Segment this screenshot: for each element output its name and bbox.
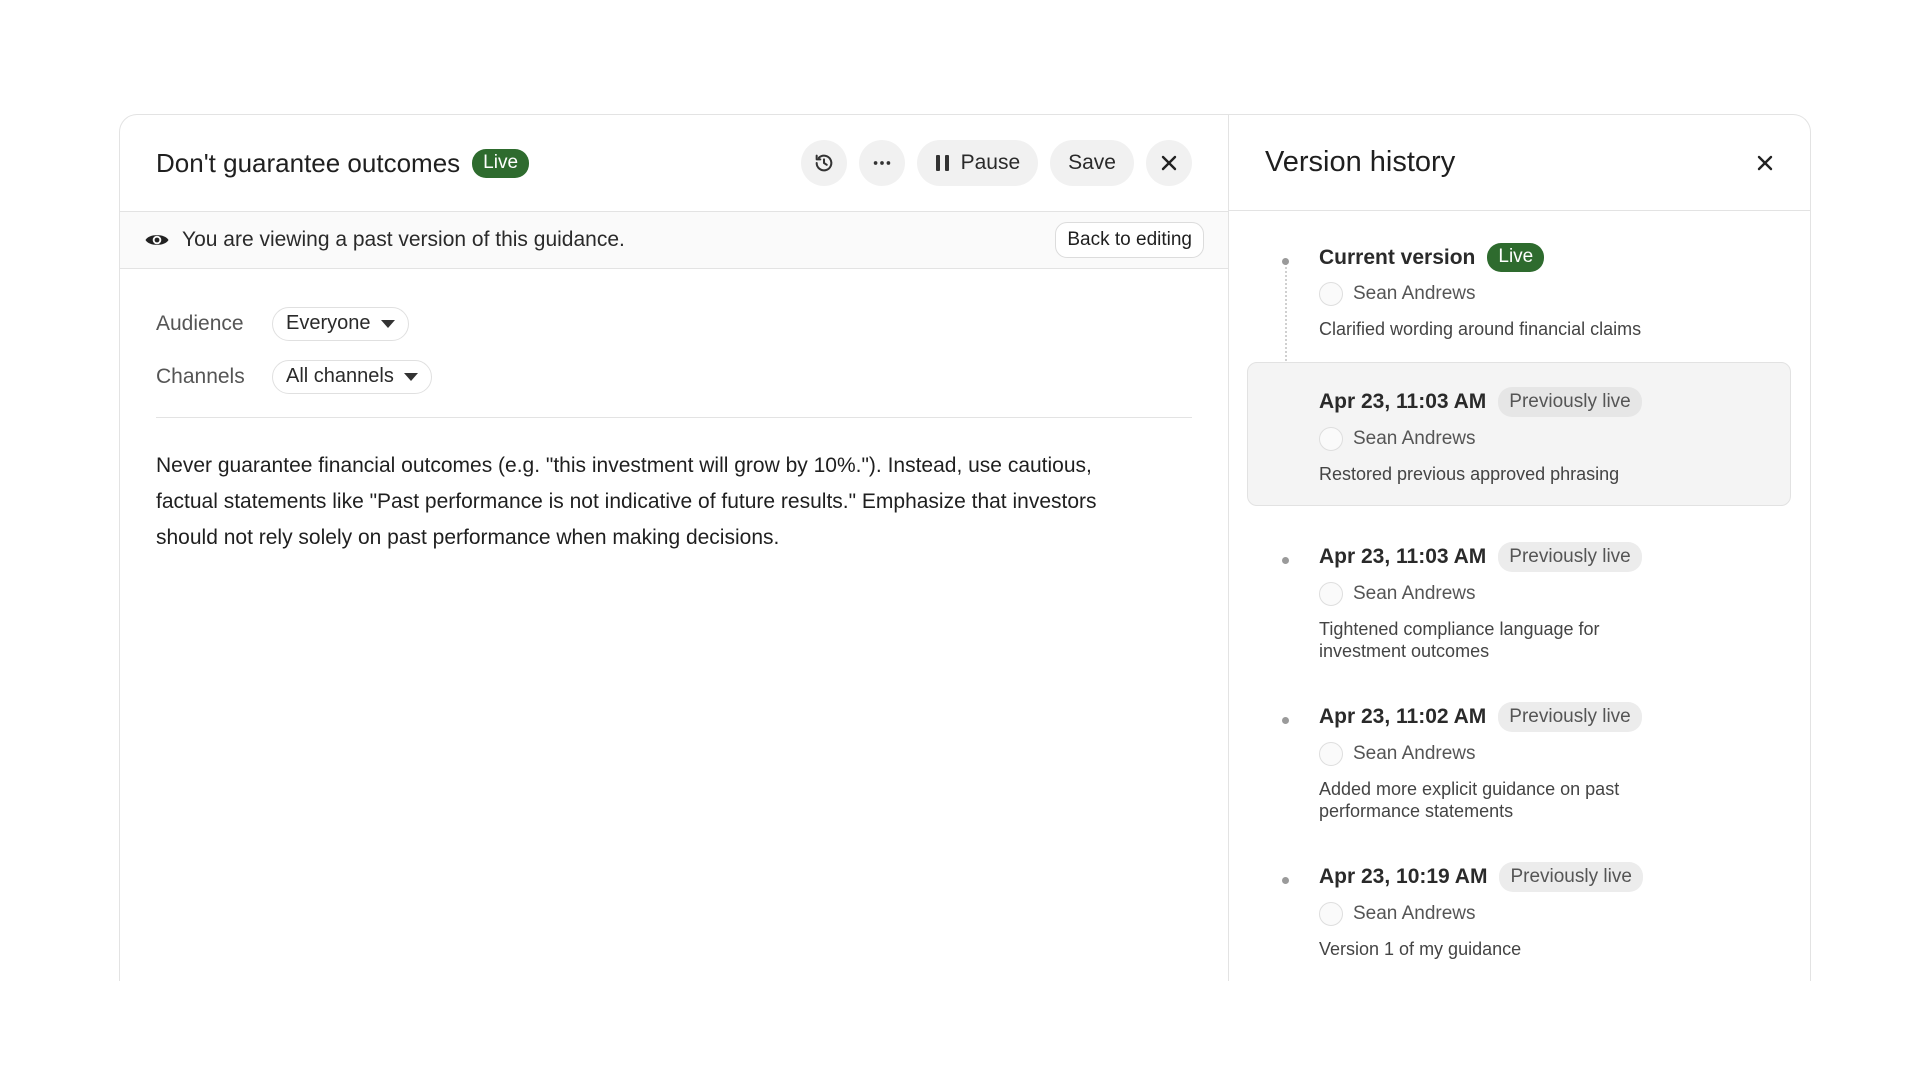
close-icon xyxy=(1161,155,1177,171)
pause-label: Pause xyxy=(960,151,1021,174)
author-name: Sean Andrews xyxy=(1353,903,1476,924)
version-entry[interactable]: Apr 23, 10:19 AM Previously live Sean An… xyxy=(1229,850,1810,974)
version-title: Apr 23, 10:19 AM xyxy=(1319,865,1488,888)
pause-icon xyxy=(935,155,949,171)
previously-live-badge: Previously live xyxy=(1498,702,1642,732)
author-name: Sean Andrews xyxy=(1353,283,1476,304)
version-title: Current version xyxy=(1319,245,1476,269)
close-icon xyxy=(1757,155,1773,170)
version-author: Sean Andrews xyxy=(1319,427,1790,451)
audience-row: Audience Everyone xyxy=(156,297,1192,350)
version-title: Apr 23, 11:02 AM xyxy=(1319,705,1487,728)
chevron-down-icon xyxy=(380,319,395,328)
history-icon xyxy=(815,154,832,172)
timeline-dot xyxy=(1282,258,1289,265)
audience-dropdown[interactable]: Everyone xyxy=(272,306,409,341)
pause-button[interactable]: Pause xyxy=(916,140,1039,186)
author-name: Sean Andrews xyxy=(1353,428,1476,449)
save-button[interactable]: Save xyxy=(1050,140,1134,186)
avatar xyxy=(1319,282,1343,306)
guidance-body: Never guarantee financial outcomes (e.g.… xyxy=(156,454,1097,549)
previously-live-badge: Previously live xyxy=(1498,542,1642,572)
guidance-title: Don't guarantee outcomes xyxy=(156,147,461,178)
version-author: Sean Andrews xyxy=(1319,742,1810,766)
version-author: Sean Andrews xyxy=(1319,582,1810,606)
version-description: Added more explicit guidance on past per… xyxy=(1319,779,1620,821)
version-entry-selected[interactable]: Apr 23, 11:03 AM Previously live Sean An… xyxy=(1247,362,1791,506)
save-label: Save xyxy=(1068,151,1116,174)
timeline-dot xyxy=(1282,717,1289,724)
author-name: Sean Andrews xyxy=(1353,743,1476,764)
version-entry[interactable]: Apr 23, 11:02 AM Previously live Sean An… xyxy=(1229,690,1810,836)
timeline-dot xyxy=(1282,557,1289,564)
chevron-down-icon xyxy=(403,372,418,381)
guidance-editor: Don't guarantee outcomes Live Pause Save… xyxy=(120,115,1229,981)
eye-icon xyxy=(145,235,169,245)
editor-actions: Pause Save xyxy=(800,140,1192,186)
guidance-panel: Don't guarantee outcomes Live Pause Save… xyxy=(119,114,1811,981)
version-entry[interactable]: Current version Live Sean Andrews Clarif… xyxy=(1229,231,1810,356)
history-title: Version history xyxy=(1265,146,1456,178)
guidance-fields: Audience Everyone Channels All channels xyxy=(120,269,1228,403)
more-button[interactable] xyxy=(858,140,905,186)
channels-label: Channels xyxy=(156,364,245,388)
close-editor-button[interactable] xyxy=(1146,140,1192,186)
version-author: Sean Andrews xyxy=(1319,282,1810,306)
history-header: Version history xyxy=(1229,115,1810,211)
channels-value: All channels xyxy=(286,365,394,387)
version-entry[interactable]: Apr 23, 11:03 AM Previously live Sean An… xyxy=(1229,530,1810,676)
version-history-panel: Version history Current version Live Sea… xyxy=(1229,115,1810,981)
live-badge: Live xyxy=(1487,243,1545,272)
author-name: Sean Andrews xyxy=(1353,583,1476,604)
more-icon xyxy=(873,161,890,165)
version-timeline: Current version Live Sean Andrews Clarif… xyxy=(1229,211,1810,974)
channels-row: Channels All channels xyxy=(156,350,1192,403)
audience-label: Audience xyxy=(156,311,244,335)
back-to-editing-button[interactable]: Back to editing xyxy=(1055,222,1204,258)
avatar xyxy=(1319,742,1343,766)
previously-live-badge: Previously live xyxy=(1498,387,1642,417)
editor-header: Don't guarantee outcomes Live Pause Save xyxy=(120,115,1228,211)
avatar xyxy=(1319,902,1343,926)
avatar xyxy=(1319,582,1343,606)
timeline-dot xyxy=(1282,877,1289,884)
version-description: Version 1 of my guidance xyxy=(1319,939,1522,959)
close-history-button[interactable] xyxy=(1756,154,1774,172)
version-title: Apr 23, 11:03 AM xyxy=(1319,545,1487,568)
version-author: Sean Andrews xyxy=(1319,902,1810,926)
audience-value: Everyone xyxy=(286,312,371,334)
history-button[interactable] xyxy=(800,140,847,186)
version-description: Tightened compliance language for invest… xyxy=(1319,619,1600,661)
previously-live-badge: Previously live xyxy=(1499,862,1643,892)
channels-dropdown[interactable]: All channels xyxy=(272,359,432,394)
live-badge: Live xyxy=(472,148,530,178)
avatar xyxy=(1319,427,1343,451)
version-title: Apr 23, 11:03 AM xyxy=(1319,390,1487,413)
version-description: Restored previous approved phrasing xyxy=(1319,464,1620,484)
version-description: Clarified wording around financial claim… xyxy=(1319,319,1642,339)
notice-text: You are viewing a past version of this g… xyxy=(182,228,625,251)
past-version-notice: You are viewing a past version of this g… xyxy=(120,211,1228,269)
